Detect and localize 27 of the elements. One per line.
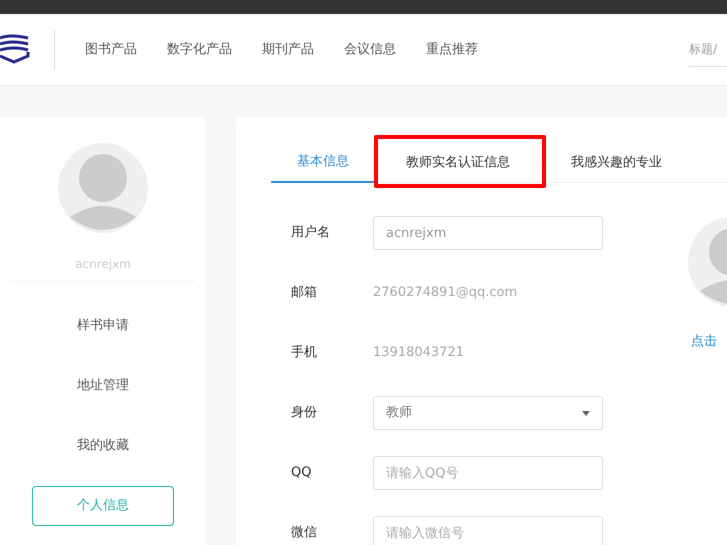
field-value: 2760274891@qq.com — [373, 284, 518, 302]
tab[interactable]: 我感兴趣的专业 — [541, 142, 692, 182]
change-avatar-link[interactable]: 点击 — [691, 332, 717, 352]
input-field[interactable]: 请输入微信号 — [373, 516, 603, 545]
search-field[interactable]: 标题/ — [689, 32, 727, 66]
avatar-icon — [58, 143, 148, 233]
field-label: 邮箱 — [290, 284, 318, 302]
nav-link[interactable]: 重点推荐 — [426, 40, 478, 60]
field-label: QQ — [290, 464, 312, 482]
field-label: 用户名 — [290, 224, 331, 242]
nav-link[interactable]: 期刊产品 — [262, 40, 314, 60]
nav-link[interactable]: 图书产品 — [85, 40, 137, 60]
field-label: 微信 — [290, 524, 318, 542]
tab[interactable]: 基本信息 — [271, 143, 375, 183]
nav-link[interactable]: 会议信息 — [344, 40, 396, 60]
input-field[interactable]: 请输入QQ号 — [373, 456, 603, 490]
sidebar-item[interactable]: 样书申请 — [32, 306, 174, 346]
caret-icon — [582, 410, 590, 416]
select-field[interactable]: 教师 — [373, 396, 603, 430]
field-value: 13918043721 — [373, 344, 464, 362]
field-label: 身份 — [290, 404, 318, 422]
sidebar-item[interactable]: 我的收藏 — [32, 426, 174, 466]
tab[interactable]: 教师实名认证信息 — [376, 142, 540, 182]
sidebar-item[interactable]: 地址管理 — [32, 366, 174, 406]
field-label: 手机 — [290, 344, 318, 362]
avatar-icon — [688, 217, 727, 307]
nav-link[interactable]: 数字化产品 — [167, 40, 232, 60]
